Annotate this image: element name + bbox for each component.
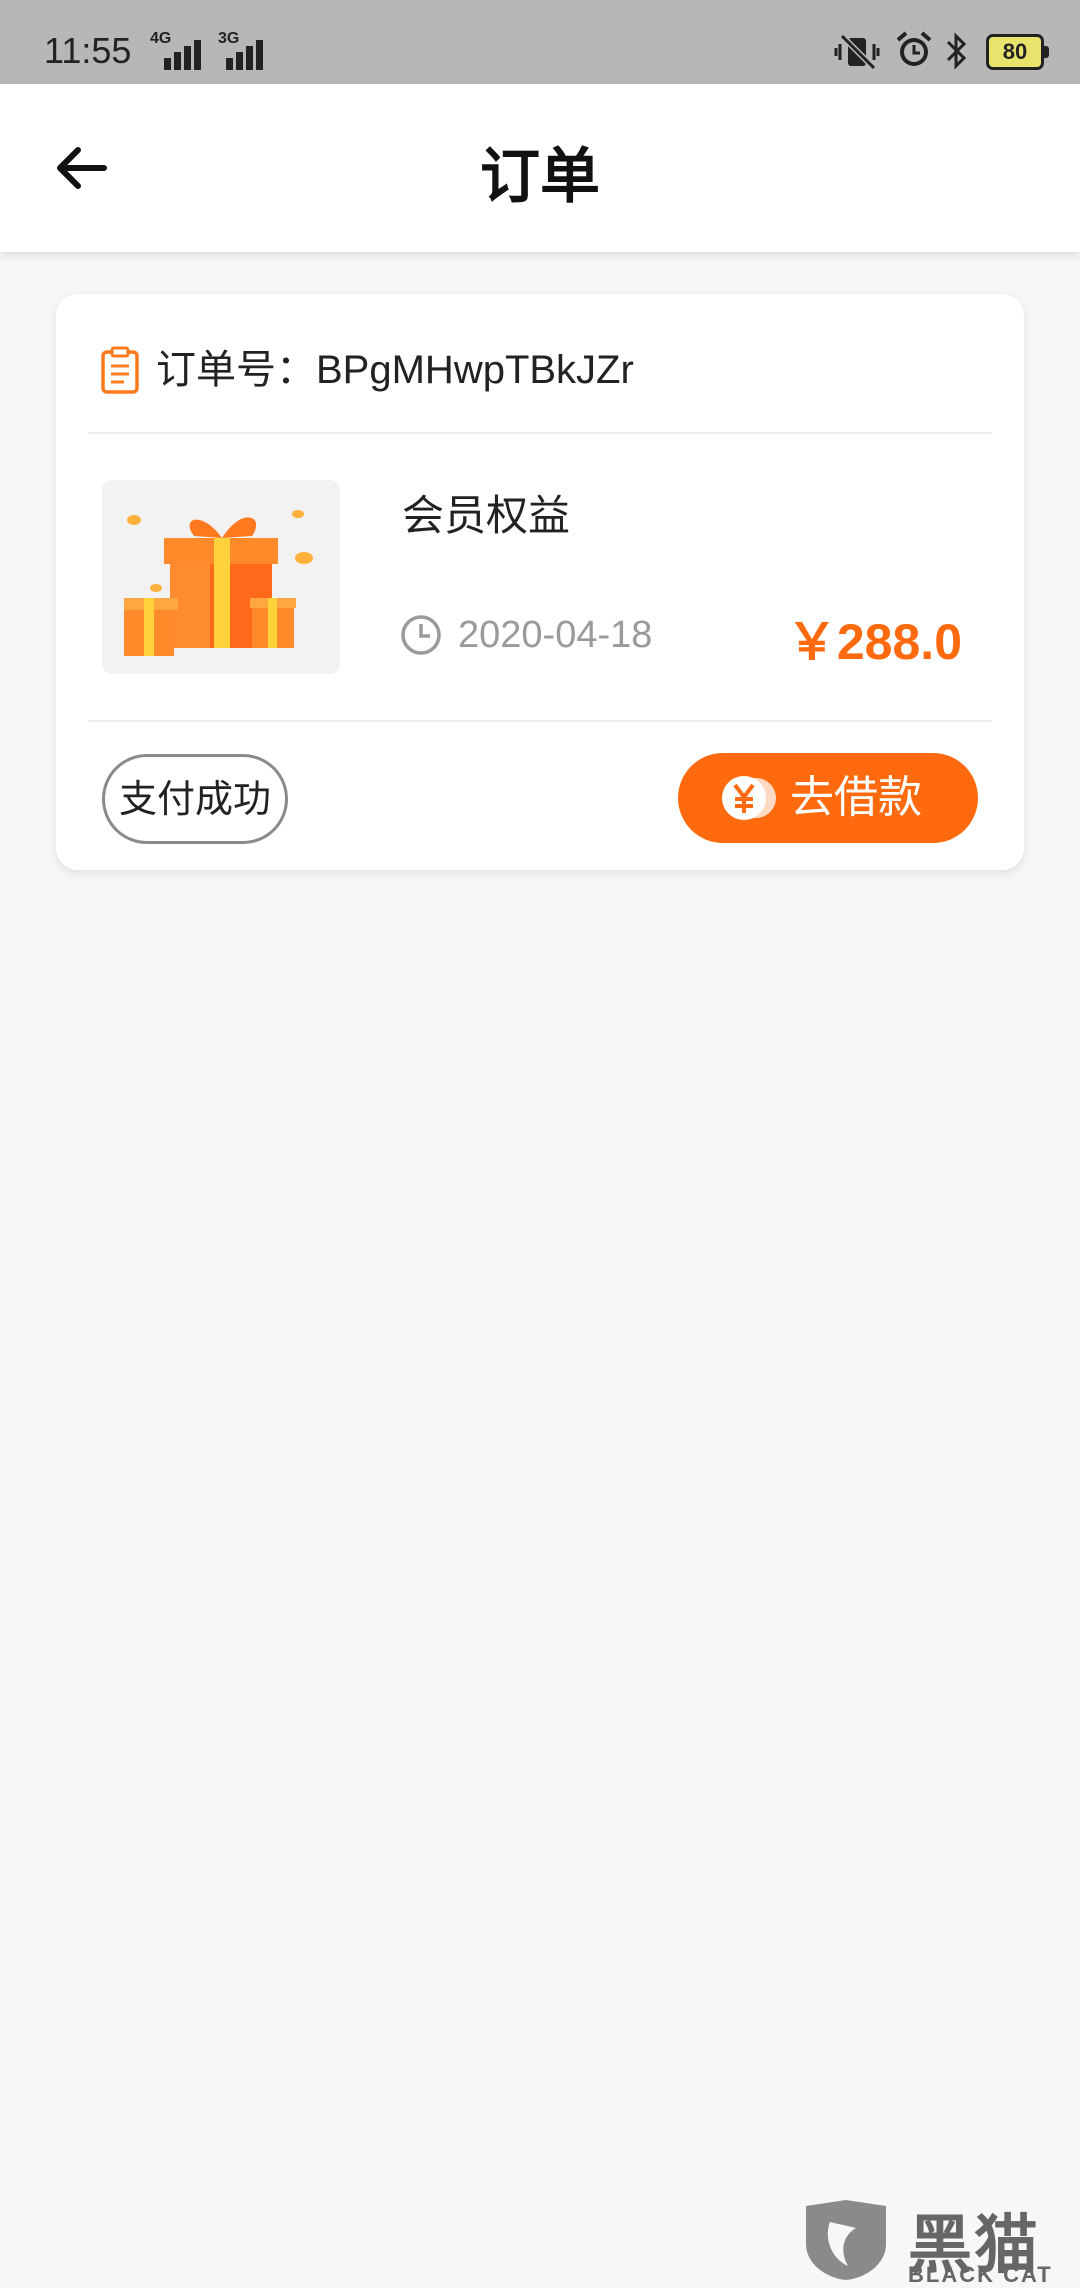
go-borrow-button[interactable]: 去借款 — [678, 753, 978, 843]
network-type-label: 3G — [218, 30, 240, 47]
order-card[interactable]: 订单号：BPgMHwpTBkJZr 会员权益 2020-04-18 ￥288.0… — [56, 294, 1024, 870]
product-name: 会员权益 — [402, 491, 571, 540]
clock-icon — [401, 615, 441, 655]
black-cat-watermark: 黑猫 BLACK CAT — [796, 2200, 1076, 2287]
order-price: ￥288.0 — [786, 614, 962, 670]
order-date: 2020-04-18 — [458, 614, 653, 656]
signal-3g-icon: 3G — [218, 30, 278, 70]
alarm-icon — [896, 31, 932, 66]
page-title: 订单 — [480, 142, 600, 212]
product-image — [102, 480, 340, 674]
divider — [88, 720, 992, 722]
order-number: 订单号：BPgMHwpTBkJZr — [156, 344, 634, 396]
gift-box-icon — [124, 510, 313, 656]
order-number-value: BPgMHwpTBkJZr — [316, 348, 634, 392]
clipboard-icon — [101, 346, 139, 394]
signal-4g-icon: 4G — [150, 30, 210, 70]
divider — [88, 432, 992, 434]
yuan-coin-icon — [722, 776, 776, 820]
payment-status-badge: 支付成功 — [102, 754, 288, 844]
network-type-label: 4G — [150, 30, 172, 47]
order-number-label: 订单号： — [156, 347, 316, 393]
app-header: 订单 — [0, 84, 1080, 252]
status-bar: 11:55 4G 3G 80 — [0, 0, 1080, 84]
vibrate-mute-icon — [834, 33, 880, 71]
status-icons: 80 — [834, 28, 1049, 72]
go-borrow-label: 去借款 — [790, 772, 922, 823]
status-time: 11:55 — [44, 30, 132, 71]
watermark-en: BLACK CAT — [908, 2262, 1053, 2287]
battery-icon: 80 — [986, 34, 1049, 70]
black-cat-logo-icon — [806, 2200, 886, 2280]
bluetooth-icon — [946, 32, 967, 70]
